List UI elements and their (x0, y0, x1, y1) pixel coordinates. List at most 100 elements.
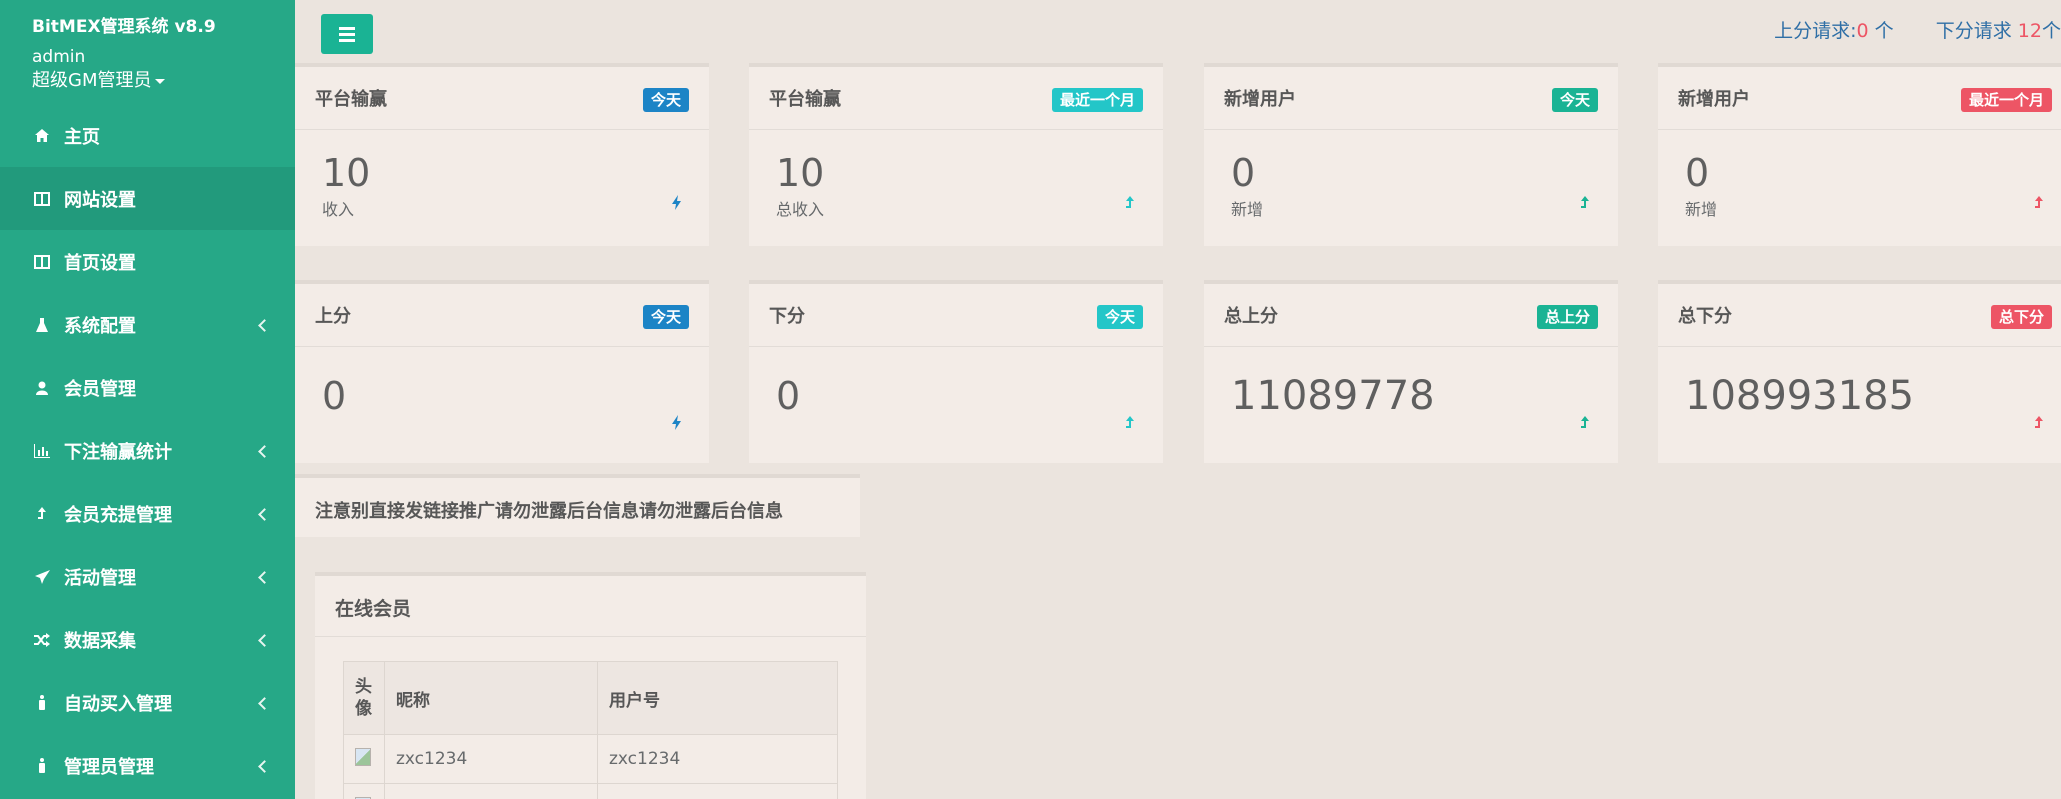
stat-card-total-downscore: 总下分 总下分 108993185 (1658, 280, 2061, 463)
nickname-cell: qqq123 (384, 783, 598, 799)
stat-card-downscore-today: 下分 今天 0 (749, 280, 1163, 463)
period-badge: 今天 (1551, 88, 1598, 112)
period-badge: 今天 (1096, 305, 1143, 329)
chevron-left-icon (258, 507, 271, 521)
sidebar-item-system-config[interactable]: 系统配置 (0, 293, 295, 356)
card-value: 10 (322, 151, 371, 195)
user-icon (32, 381, 52, 395)
period-badge: 今天 (642, 88, 689, 112)
period-badge: 今天 (642, 305, 689, 329)
card-header: 新增用户 最近一个月 (1658, 67, 2061, 130)
paper-plane-icon (32, 569, 52, 584)
level-up-icon (1125, 195, 1135, 215)
male-icon (32, 695, 52, 710)
card-title: 总下分 (1678, 306, 1732, 327)
username: admin (32, 47, 86, 67)
down-requests-label: 下分请求 (1935, 20, 2012, 42)
bolt-icon (672, 415, 681, 435)
online-members-table: 头像 昵称 用户号 zxc1234 zxc1234 qqq123 qqq123 (343, 661, 838, 799)
sidebar-item-data-collection[interactable]: 数据采集 (0, 608, 295, 671)
card-subtitle: 新增 (1685, 200, 1718, 219)
stat-card-upscore-today: 上分 今天 0 (295, 280, 709, 463)
level-up-icon (2034, 415, 2044, 435)
chevron-left-icon (258, 318, 271, 332)
sidebar-item-site-settings[interactable]: 网站设置 (0, 167, 295, 230)
down-requests-unit: 个 (2041, 20, 2061, 42)
card-title: 下分 (769, 306, 805, 327)
columns-icon (32, 254, 52, 269)
card-value: 11089778 (1231, 373, 1435, 419)
period-badge: 总上分 (1536, 305, 1598, 329)
sidebar-item-home[interactable]: 主页 (0, 104, 295, 167)
card-title: 总上分 (1224, 306, 1278, 327)
sidebar-item-label: 会员管理 (64, 378, 136, 400)
column-header-avatar[interactable]: 头像 (343, 661, 385, 735)
flask-icon (32, 317, 52, 332)
role-dropdown[interactable]: 超级GM管理员 (32, 68, 295, 94)
stat-card-newusers-today: 新增用户 今天 0 新增 (1204, 63, 1618, 246)
chevron-left-icon (258, 570, 271, 584)
card-header: 下分 今天 (749, 284, 1163, 347)
sidebar-item-members[interactable]: 会员管理 (0, 356, 295, 419)
table-row[interactable]: zxc1234 zxc1234 (343, 734, 838, 784)
up-requests-label: 上分请求: (1774, 20, 1857, 42)
role-label: 超级GM管理员 (32, 70, 152, 91)
level-up-icon (1580, 195, 1590, 215)
sidebar-item-bet-stats[interactable]: 下注输赢统计 (0, 419, 295, 482)
card-value: 10 (776, 151, 825, 195)
card-title: 新增用户 (1678, 89, 1750, 110)
card-value: 108993185 (1685, 373, 1915, 419)
nickname-cell: zxc1234 (384, 734, 598, 784)
level-up-icon (2034, 195, 2044, 215)
hamburger-icon-line (339, 38, 355, 42)
hamburger-icon-line (339, 32, 355, 36)
level-up-icon (32, 506, 52, 521)
request-stats: 上分请求:0 个 下分请求 12个 (1738, 16, 2061, 43)
random-icon (32, 632, 52, 647)
column-header-user-no[interactable]: 用户号 (597, 661, 838, 735)
period-badge: 最近一个月 (1960, 88, 2052, 112)
sidebar-item-homepage-settings[interactable]: 首页设置 (0, 230, 295, 293)
stat-card-total-upscore: 总上分 总上分 11089778 (1204, 280, 1618, 463)
card-title: 平台输赢 (315, 89, 387, 110)
table-header-row: 头像 昵称 用户号 (343, 661, 838, 735)
bolt-icon (672, 195, 681, 215)
bar-chart-icon (32, 443, 52, 458)
online-members-panel: 在线会员 头像 昵称 用户号 zxc1234 zxc1234 qqq123 qq… (315, 572, 866, 799)
card-header: 总下分 总下分 (1658, 284, 2061, 347)
card-value: 0 (1231, 151, 1256, 195)
sidebar-item-deposit-withdraw[interactable]: 会员充提管理 (0, 482, 295, 545)
card-header: 平台输赢 今天 (295, 67, 709, 130)
chevron-left-icon (258, 633, 271, 647)
card-subtitle: 收入 (322, 200, 355, 219)
down-requests-link[interactable]: 下分请求 12个 (1936, 20, 2061, 42)
up-requests-unit: 个 (1874, 20, 1894, 42)
table-row[interactable]: qqq123 qqq123 (343, 783, 838, 799)
up-requests-count: 0 (1856, 20, 1869, 42)
hamburger-icon (339, 26, 355, 30)
columns-icon (32, 191, 52, 206)
menu-toggle-button[interactable] (321, 14, 373, 54)
app-title: BitMEX管理系统 v8.9 (32, 17, 216, 37)
user-no-cell: qqq123 (597, 783, 838, 799)
sidebar: BitMEX管理系统 v8.9 admin 超级GM管理员 主页 网站设置 首页… (0, 0, 295, 799)
up-requests-link[interactable]: 上分请求:0 个 (1774, 20, 1894, 42)
sidebar-item-label: 活动管理 (64, 567, 136, 589)
down-requests-count: 12 (2017, 20, 2042, 42)
sidebar-item-activities[interactable]: 活动管理 (0, 545, 295, 608)
card-subtitle: 总收入 (776, 200, 825, 219)
column-header-nickname[interactable]: 昵称 (384, 661, 598, 735)
caret-down-icon (155, 78, 166, 84)
panel-title: 在线会员 (315, 576, 866, 637)
sidebar-item-label: 数据采集 (64, 630, 136, 652)
sidebar-item-auto-buy[interactable]: 自动买入管理 (0, 671, 295, 734)
home-icon (32, 129, 52, 142)
avatar (343, 783, 385, 799)
card-value: 0 (1685, 151, 1710, 195)
sidebar-item-label: 管理员管理 (64, 756, 154, 778)
chevron-left-icon (258, 696, 271, 710)
card-header: 平台输赢 最近一个月 (749, 67, 1163, 130)
card-header: 上分 今天 (295, 284, 709, 347)
sidebar-item-admins[interactable]: 管理员管理 (0, 734, 295, 797)
level-up-icon (1125, 415, 1135, 435)
